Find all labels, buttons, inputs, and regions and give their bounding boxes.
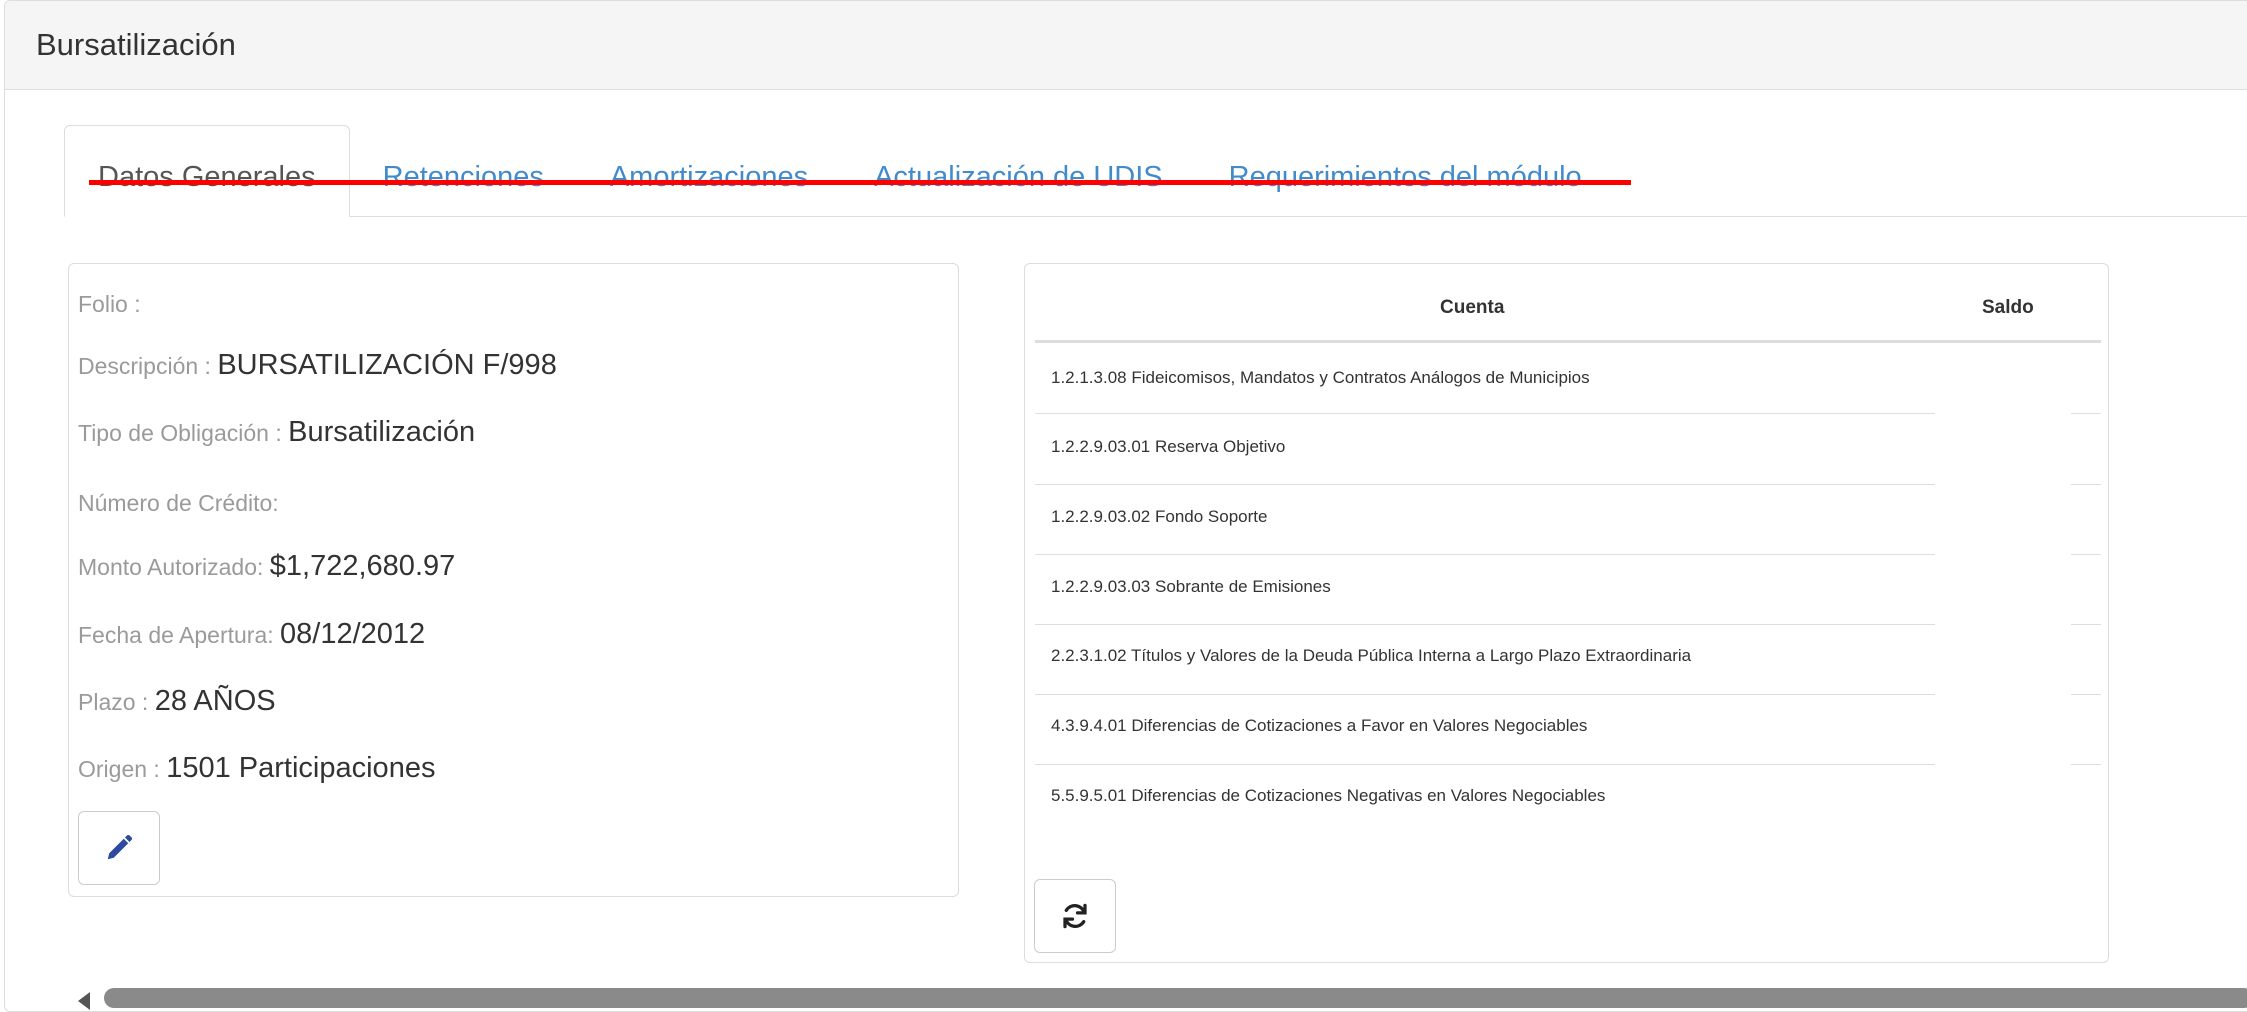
plazo-label: Plazo :: [78, 689, 149, 715]
tab-datos-generales[interactable]: Datos Generales: [64, 125, 350, 217]
monto-autorizado-value: $1,722,680.97: [269, 550, 456, 582]
table-row: 2.2.3.1.02 Títulos y Valores de la Deuda…: [1051, 646, 1692, 665]
refresh-button[interactable]: [1034, 879, 1116, 953]
row-divider: [1035, 624, 1935, 625]
table-row: 1.2.2.9.03.03 Sobrante de Emisiones: [1051, 577, 1331, 596]
saldo-divider: [2071, 624, 2101, 625]
pencil-icon: [107, 834, 133, 860]
row-divider: [1035, 694, 1935, 695]
numero-credito-label: Número de Crédito:: [78, 490, 279, 516]
row-divider: [1035, 764, 1935, 765]
origen-row: Origen : 1501 Participaciones: [78, 752, 435, 785]
fecha-apertura-value: 08/12/2012: [280, 618, 426, 650]
monto-autorizado-label: Monto Autorizado:: [78, 554, 264, 580]
folio-label: Folio :: [78, 291, 141, 317]
table-row: 1.2.1.3.08 Fideicomisos, Mandatos y Cont…: [1051, 368, 1590, 387]
panel-title: Bursatilización: [5, 1, 2247, 90]
horizontal-scrollbar[interactable]: [104, 988, 2247, 1008]
fecha-apertura-row: Fecha de Apertura: 08/12/2012: [78, 618, 425, 651]
numero-credito-row: Número de Crédito:: [78, 486, 279, 519]
tipo-obligacion-row: Tipo de Obligación : Bursatilización: [78, 416, 475, 449]
folio-row: Folio :: [78, 287, 141, 320]
fecha-apertura-label: Fecha de Apertura:: [78, 622, 274, 648]
edit-button[interactable]: [78, 811, 160, 885]
saldo-divider: [2071, 764, 2101, 765]
plazo-value: 28 AÑOS: [154, 685, 276, 717]
descripcion-value: BURSATILIZACIÓN F/998: [217, 349, 557, 381]
tab-requerimientos-modulo[interactable]: Requerimientos del módulo: [1196, 125, 1615, 216]
cuentas-table-card: Cuenta Saldo 1.2.1.3.08 Fideicomisos, Ma…: [1024, 263, 2109, 963]
row-divider: [1035, 484, 1935, 485]
table-row: 1.2.2.9.03.02 Fondo Soporte: [1051, 507, 1268, 526]
annotation-underline: [89, 180, 1631, 185]
plazo-row: Plazo : 28 AÑOS: [78, 685, 276, 718]
table-header-divider: [1035, 340, 2101, 343]
monto-autorizado-row: Monto Autorizado: $1,722,680.97: [78, 550, 455, 583]
table-row: 4.3.9.4.01 Diferencias de Cotizaciones a…: [1051, 716, 1588, 735]
column-header-saldo: Saldo: [1982, 297, 2034, 318]
origen-value: 1501 Participaciones: [166, 752, 436, 784]
tab-actualizacion-udis[interactable]: Actualización de UDIS: [841, 125, 1196, 216]
tipo-obligacion-label: Tipo de Obligación :: [78, 420, 282, 446]
tab-bar: Datos Generales Retenciones Amortizacion…: [64, 124, 2247, 217]
saldo-divider: [2071, 484, 2101, 485]
saldo-divider: [2071, 554, 2101, 555]
row-divider: [1035, 413, 1935, 414]
row-divider: [1035, 554, 1935, 555]
origen-label: Origen :: [78, 756, 160, 782]
scroll-left-icon[interactable]: [78, 992, 90, 1010]
descripcion-label: Descripción :: [78, 353, 211, 379]
column-header-cuenta: Cuenta: [1440, 297, 1505, 318]
tab-retenciones[interactable]: Retenciones: [350, 125, 577, 216]
datos-generales-card: Folio : Descripción : BURSATILIZACIÓN F/…: [68, 263, 959, 897]
table-row: 1.2.2.9.03.01 Reserva Objetivo: [1051, 437, 1286, 456]
saldo-divider: [2071, 413, 2101, 414]
descripcion-row: Descripción : BURSATILIZACIÓN F/998: [78, 349, 557, 382]
tab-amortizaciones[interactable]: Amortizaciones: [577, 125, 841, 216]
saldo-divider: [2071, 694, 2101, 695]
tipo-obligacion-value: Bursatilización: [288, 416, 476, 448]
table-row: 5.5.9.5.01 Diferencias de Cotizaciones N…: [1051, 786, 1606, 805]
refresh-icon: [1063, 903, 1087, 929]
